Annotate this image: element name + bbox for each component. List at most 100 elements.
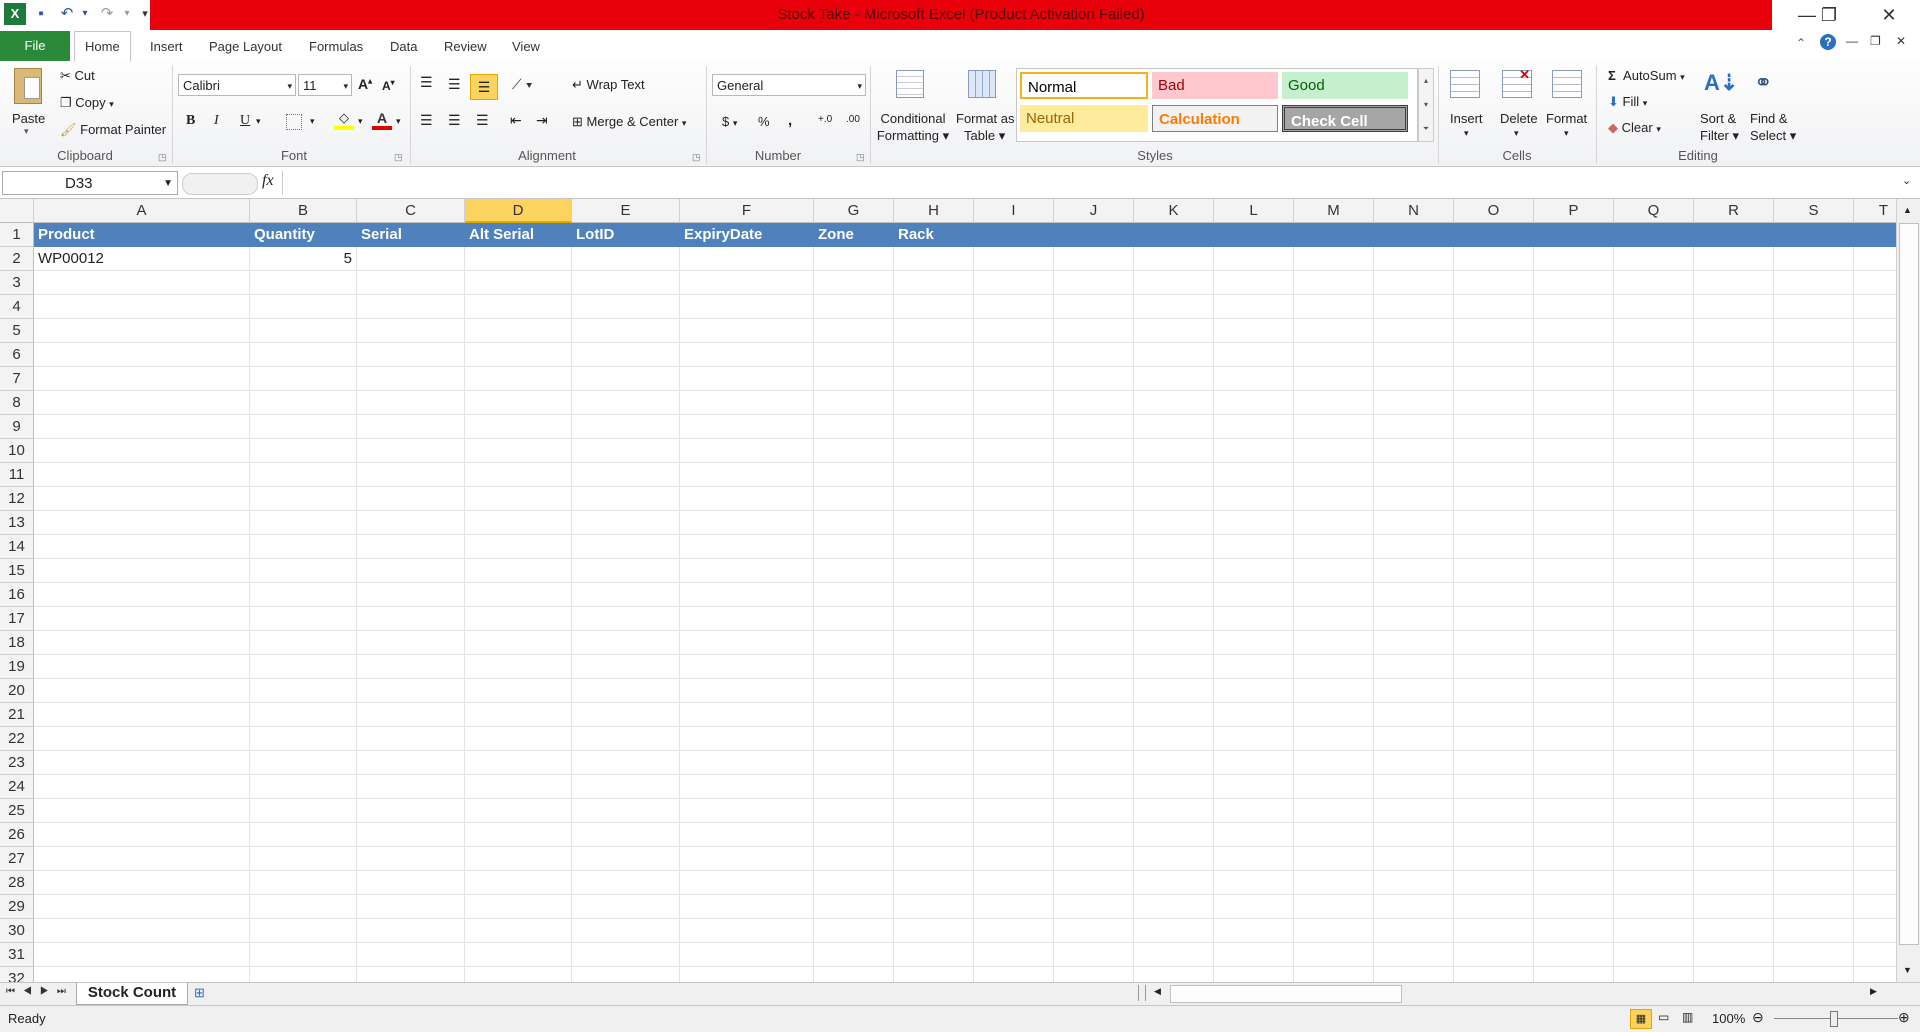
cell-b7[interactable] (250, 367, 357, 391)
cell-m16[interactable] (1294, 583, 1374, 607)
cell-t19[interactable] (1854, 655, 1896, 679)
cell-e18[interactable] (572, 631, 680, 655)
tab-data[interactable]: Data (380, 33, 427, 60)
cell-g21[interactable] (814, 703, 894, 727)
cell-o31[interactable] (1454, 943, 1534, 967)
tab-view[interactable]: View (502, 33, 550, 60)
row-header-10[interactable]: 10 (0, 439, 34, 463)
cell-c21[interactable] (357, 703, 465, 727)
font-color-button[interactable]: A (372, 110, 392, 132)
cell-g30[interactable] (814, 919, 894, 943)
cell-q18[interactable] (1614, 631, 1694, 655)
cell-k7[interactable] (1134, 367, 1214, 391)
cell-d31[interactable] (465, 943, 572, 967)
cell-e21[interactable] (572, 703, 680, 727)
cell-r2[interactable] (1694, 247, 1774, 271)
cell-f25[interactable] (680, 799, 814, 823)
cell-e20[interactable] (572, 679, 680, 703)
cell-e31[interactable] (572, 943, 680, 967)
cell-p27[interactable] (1534, 847, 1614, 871)
cell-c9[interactable] (357, 415, 465, 439)
cell-b28[interactable] (250, 871, 357, 895)
formula-bar-handle[interactable] (182, 173, 258, 195)
cell-h16[interactable] (894, 583, 974, 607)
cell-e3[interactable] (572, 271, 680, 295)
tab-page-layout[interactable]: Page Layout (199, 33, 292, 60)
cell-c32[interactable] (357, 967, 465, 982)
cell-f30[interactable] (680, 919, 814, 943)
cell-k11[interactable] (1134, 463, 1214, 487)
cell-a10[interactable] (34, 439, 250, 463)
cell-n31[interactable] (1374, 943, 1454, 967)
cell-p21[interactable] (1534, 703, 1614, 727)
cell-t11[interactable] (1854, 463, 1896, 487)
cell-g29[interactable] (814, 895, 894, 919)
column-header-k[interactable]: K (1134, 199, 1214, 223)
cell-i9[interactable] (974, 415, 1054, 439)
cell-n21[interactable] (1374, 703, 1454, 727)
cell-p29[interactable] (1534, 895, 1614, 919)
align-center-icon[interactable]: ☰ (448, 112, 461, 129)
cell-a23[interactable] (34, 751, 250, 775)
cell-n8[interactable] (1374, 391, 1454, 415)
cell-t3[interactable] (1854, 271, 1896, 295)
cell-b3[interactable] (250, 271, 357, 295)
cell-o24[interactable] (1454, 775, 1534, 799)
cell-r9[interactable] (1694, 415, 1774, 439)
undo-dropdown-icon[interactable]: ▾ (74, 3, 96, 25)
cell-r13[interactable] (1694, 511, 1774, 535)
style-good[interactable]: Good (1282, 72, 1408, 99)
sort-filter-label-2[interactable]: Filter ▾ (1700, 128, 1739, 144)
cell-r28[interactable] (1694, 871, 1774, 895)
cell-m9[interactable] (1294, 415, 1374, 439)
autosum-button[interactable]: Σ AutoSum ▾ (1608, 68, 1685, 83)
cell-o19[interactable] (1454, 655, 1534, 679)
row-header-12[interactable]: 12 (0, 487, 34, 511)
cell-d18[interactable] (465, 631, 572, 655)
cell-e22[interactable] (572, 727, 680, 751)
cell-d4[interactable] (465, 295, 572, 319)
cell-e30[interactable] (572, 919, 680, 943)
cell-i13[interactable] (974, 511, 1054, 535)
cell-k31[interactable] (1134, 943, 1214, 967)
row-header-11[interactable]: 11 (0, 463, 34, 487)
column-header-f[interactable]: F (680, 199, 814, 223)
cell-b11[interactable] (250, 463, 357, 487)
cell-p11[interactable] (1534, 463, 1614, 487)
cell-c8[interactable] (357, 391, 465, 415)
cell-d9[interactable] (465, 415, 572, 439)
cell-j2[interactable] (1054, 247, 1134, 271)
cut-button[interactable]: ✂ Cut (60, 68, 95, 84)
cell-f31[interactable] (680, 943, 814, 967)
column-header-j[interactable]: J (1054, 199, 1134, 223)
cell-e8[interactable] (572, 391, 680, 415)
cell-s13[interactable] (1774, 511, 1854, 535)
cell-r14[interactable] (1694, 535, 1774, 559)
cell-p10[interactable] (1534, 439, 1614, 463)
row-header-16[interactable]: 16 (0, 583, 34, 607)
cell-k30[interactable] (1134, 919, 1214, 943)
cell-p5[interactable] (1534, 319, 1614, 343)
cell-o1[interactable] (1454, 223, 1534, 247)
cell-e9[interactable] (572, 415, 680, 439)
cell-m30[interactable] (1294, 919, 1374, 943)
cell-o4[interactable] (1454, 295, 1534, 319)
increase-indent-icon[interactable]: ⇥ (536, 112, 548, 129)
cell-j17[interactable] (1054, 607, 1134, 631)
cell-a31[interactable] (34, 943, 250, 967)
cell-c24[interactable] (357, 775, 465, 799)
cell-c6[interactable] (357, 343, 465, 367)
cell-c3[interactable] (357, 271, 465, 295)
row-header-6[interactable]: 6 (0, 343, 34, 367)
cell-n24[interactable] (1374, 775, 1454, 799)
cell-r18[interactable] (1694, 631, 1774, 655)
row-header-7[interactable]: 7 (0, 367, 34, 391)
column-header-l[interactable]: L (1214, 199, 1294, 223)
cell-n19[interactable] (1374, 655, 1454, 679)
cell-c19[interactable] (357, 655, 465, 679)
cell-a16[interactable] (34, 583, 250, 607)
row-header-18[interactable]: 18 (0, 631, 34, 655)
cell-s9[interactable] (1774, 415, 1854, 439)
cell-r20[interactable] (1694, 679, 1774, 703)
cell-k10[interactable] (1134, 439, 1214, 463)
